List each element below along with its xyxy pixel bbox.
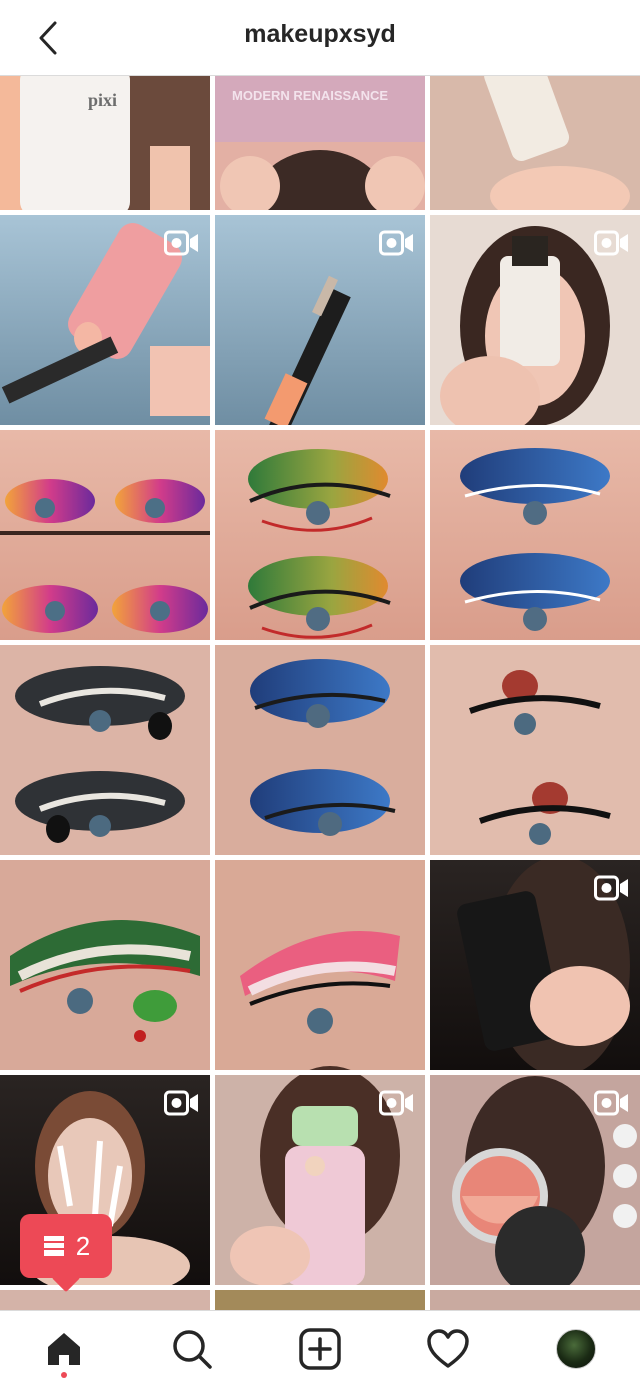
post-tile[interactable] <box>215 430 425 640</box>
heart-icon <box>427 1329 469 1368</box>
activity-notification-badge[interactable]: 2 <box>20 1214 112 1278</box>
post-tile[interactable] <box>0 1290 210 1310</box>
post-tile[interactable] <box>430 645 640 855</box>
post-tile[interactable] <box>215 860 425 1070</box>
post-tile[interactable]: pixi <box>0 76 210 216</box>
tab-home[interactable] <box>42 1327 86 1371</box>
home-active-indicator <box>61 1372 67 1378</box>
video-camera-icon <box>594 1090 628 1116</box>
svg-text:MODERN RENAISSANCE: MODERN RENAISSANCE <box>232 88 388 103</box>
page-title: makeupxsyd <box>244 20 396 48</box>
video-camera-icon <box>379 230 413 256</box>
tab-profile[interactable] <box>554 1327 598 1371</box>
tab-search[interactable] <box>170 1327 214 1371</box>
video-camera-icon <box>594 230 628 256</box>
home-icon <box>48 1333 80 1365</box>
svg-text:pixi: pixi <box>88 90 117 110</box>
notification-count: 2 <box>75 1230 91 1261</box>
video-camera-icon <box>594 875 628 901</box>
profile-header: makeupxsyd <box>0 0 640 76</box>
bottom-tab-bar <box>0 1310 640 1386</box>
search-icon <box>173 1330 212 1369</box>
avatar <box>556 1329 596 1369</box>
video-camera-icon <box>164 230 198 256</box>
post-tile[interactable] <box>215 645 425 855</box>
post-grid: pixi MODERN RENAISSANCE <box>0 76 640 1310</box>
post-tile[interactable] <box>0 860 210 1070</box>
tab-new-post[interactable] <box>298 1327 342 1371</box>
posts-stack-icon <box>43 1236 64 1256</box>
video-camera-icon <box>379 1090 413 1116</box>
post-tile[interactable] <box>430 430 640 640</box>
video-camera-icon <box>164 1090 198 1116</box>
post-tile[interactable] <box>215 1290 425 1310</box>
post-tile[interactable] <box>430 1290 640 1310</box>
tab-activity[interactable] <box>426 1327 470 1371</box>
post-tile[interactable] <box>0 645 210 855</box>
post-tile[interactable] <box>430 76 640 226</box>
plus-square-icon <box>299 1328 341 1370</box>
